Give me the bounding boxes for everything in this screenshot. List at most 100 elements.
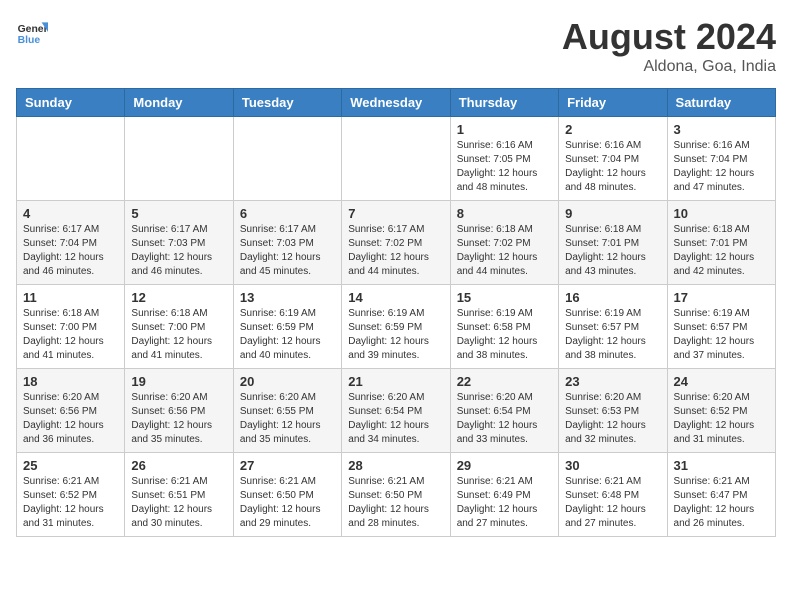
day-info: Sunrise: 6:17 AM Sunset: 7:03 PM Dayligh…: [240, 223, 335, 279]
day-number: 19: [131, 374, 226, 389]
day-number: 11: [23, 290, 118, 305]
svg-text:Blue: Blue: [18, 35, 41, 46]
day-number: 6: [240, 206, 335, 221]
calendar-week-row: 25 Sunrise: 6:21 AM Sunset: 6:52 PM Dayli…: [17, 453, 776, 537]
page-header: General Blue August 2024 Aldona, Goa, In…: [16, 16, 776, 76]
day-info: Sunrise: 6:19 AM Sunset: 6:57 PM Dayligh…: [565, 307, 660, 363]
day-info: Sunrise: 6:19 AM Sunset: 6:58 PM Dayligh…: [457, 307, 552, 363]
calendar-cell: 5Sunrise: 6:17 AM Sunset: 7:03 PM Daylig…: [125, 201, 233, 285]
calendar-cell: 16 Sunrise: 6:19 AM Sunset: 6:57 PM Dayli…: [559, 285, 667, 369]
calendar-cell: [342, 117, 450, 201]
day-info: Sunrise: 6:20 AM Sunset: 6:54 PM Dayligh…: [457, 391, 552, 447]
day-number: 10: [674, 206, 769, 221]
day-info: Sunrise: 6:21 AM Sunset: 6:50 PM Dayligh…: [240, 475, 335, 531]
calendar-cell: 1Sunrise: 6:16 AM Sunset: 7:05 PM Daylig…: [450, 117, 558, 201]
day-number: 4: [23, 206, 118, 221]
logo-icon: General Blue: [16, 16, 48, 48]
day-info: Sunrise: 6:20 AM Sunset: 6:53 PM Dayligh…: [565, 391, 660, 447]
calendar-cell: 20 Sunrise: 6:20 AM Sunset: 6:55 PM Dayli…: [233, 369, 341, 453]
day-info: Sunrise: 6:20 AM Sunset: 6:55 PM Dayligh…: [240, 391, 335, 447]
day-info: Sunrise: 6:21 AM Sunset: 6:50 PM Dayligh…: [348, 475, 443, 531]
weekday-header-monday: Monday: [125, 89, 233, 117]
day-number: 28: [348, 458, 443, 473]
calendar-cell: 6 Sunrise: 6:17 AM Sunset: 7:03 PM Daylig…: [233, 201, 341, 285]
calendar-cell: 7Sunrise: 6:17 AM Sunset: 7:02 PM Daylig…: [342, 201, 450, 285]
calendar-cell: 28 Sunrise: 6:21 AM Sunset: 6:50 PM Dayli…: [342, 453, 450, 537]
calendar-cell: 24Sunrise: 6:20 AM Sunset: 6:52 PM Dayli…: [667, 369, 775, 453]
weekday-header-thursday: Thursday: [450, 89, 558, 117]
day-info: Sunrise: 6:19 AM Sunset: 6:57 PM Dayligh…: [674, 307, 769, 363]
day-number: 3: [674, 122, 769, 137]
title-block: August 2024 Aldona, Goa, India: [562, 16, 776, 76]
calendar-cell: 9Sunrise: 6:18 AM Sunset: 7:01 PM Daylig…: [559, 201, 667, 285]
calendar-cell: 11 Sunrise: 6:18 AM Sunset: 7:00 PM Dayli…: [17, 285, 125, 369]
calendar-cell: 30 Sunrise: 6:21 AM Sunset: 6:48 PM Dayli…: [559, 453, 667, 537]
calendar-cell: 29 Sunrise: 6:21 AM Sunset: 6:49 PM Dayli…: [450, 453, 558, 537]
calendar-cell: 23 Sunrise: 6:20 AM Sunset: 6:53 PM Dayli…: [559, 369, 667, 453]
day-info: Sunrise: 6:18 AM Sunset: 7:00 PM Dayligh…: [131, 307, 226, 363]
calendar-cell: 27 Sunrise: 6:21 AM Sunset: 6:50 PM Dayli…: [233, 453, 341, 537]
calendar-cell: 31Sunrise: 6:21 AM Sunset: 6:47 PM Dayli…: [667, 453, 775, 537]
day-info: Sunrise: 6:21 AM Sunset: 6:49 PM Dayligh…: [457, 475, 552, 531]
month-year-title: August 2024: [562, 16, 776, 58]
day-number: 21: [348, 374, 443, 389]
calendar-cell: 21 Sunrise: 6:20 AM Sunset: 6:54 PM Dayli…: [342, 369, 450, 453]
calendar-cell: 4 Sunrise: 6:17 AM Sunset: 7:04 PM Daylig…: [17, 201, 125, 285]
calendar-cell: 2 Sunrise: 6:16 AM Sunset: 7:04 PM Daylig…: [559, 117, 667, 201]
day-number: 20: [240, 374, 335, 389]
calendar-cell: 19 Sunrise: 6:20 AM Sunset: 6:56 PM Dayli…: [125, 369, 233, 453]
calendar-cell: 18Sunrise: 6:20 AM Sunset: 6:56 PM Dayli…: [17, 369, 125, 453]
day-number: 27: [240, 458, 335, 473]
calendar-week-row: 18 Sunrise: 6:20 AM Sunset: 6:56 PM Dayli…: [17, 369, 776, 453]
day-number: 9: [565, 206, 660, 221]
day-info: Sunrise: 6:16 AM Sunset: 7:04 PM Dayligh…: [565, 139, 660, 195]
day-number: 29: [457, 458, 552, 473]
day-number: 17: [674, 290, 769, 305]
calendar-cell: [233, 117, 341, 201]
calendar-cell: 13 Sunrise: 6:19 AM Sunset: 6:59 PM Dayli…: [233, 285, 341, 369]
day-number: 8: [457, 206, 552, 221]
day-info: Sunrise: 6:18 AM Sunset: 7:01 PM Dayligh…: [674, 223, 769, 279]
weekday-header-saturday: Saturday: [667, 89, 775, 117]
day-number: 16: [565, 290, 660, 305]
day-info: Sunrise: 6:18 AM Sunset: 7:02 PM Dayligh…: [457, 223, 552, 279]
day-number: 1: [457, 122, 552, 137]
day-number: 15: [457, 290, 552, 305]
day-info: Sunrise: 6:20 AM Sunset: 6:54 PM Dayligh…: [348, 391, 443, 447]
day-number: 26: [131, 458, 226, 473]
day-info: Sunrise: 6:17 AM Sunset: 7:02 PM Dayligh…: [348, 223, 443, 279]
day-info: Sunrise: 6:21 AM Sunset: 6:52 PM Dayligh…: [23, 475, 118, 531]
calendar-cell: 10 Sunrise: 6:18 AM Sunset: 7:01 PM Dayli…: [667, 201, 775, 285]
weekday-header-friday: Friday: [559, 89, 667, 117]
calendar-cell: 12 Sunrise: 6:18 AM Sunset: 7:00 PM Dayli…: [125, 285, 233, 369]
calendar-week-row: 11 Sunrise: 6:18 AM Sunset: 7:00 PM Dayli…: [17, 285, 776, 369]
day-number: 23: [565, 374, 660, 389]
day-number: 22: [457, 374, 552, 389]
day-number: 13: [240, 290, 335, 305]
weekday-header-sunday: Sunday: [17, 89, 125, 117]
calendar-cell: [17, 117, 125, 201]
weekday-header-tuesday: Tuesday: [233, 89, 341, 117]
logo: General Blue: [16, 16, 48, 48]
day-number: 5: [131, 206, 226, 221]
day-info: Sunrise: 6:21 AM Sunset: 6:51 PM Dayligh…: [131, 475, 226, 531]
svg-text:General: General: [18, 24, 48, 35]
calendar-cell: 3Sunrise: 6:16 AM Sunset: 7:04 PM Daylig…: [667, 117, 775, 201]
day-number: 24: [674, 374, 769, 389]
day-info: Sunrise: 6:21 AM Sunset: 6:48 PM Dayligh…: [565, 475, 660, 531]
day-number: 12: [131, 290, 226, 305]
calendar-cell: 22 Sunrise: 6:20 AM Sunset: 6:54 PM Dayli…: [450, 369, 558, 453]
day-number: 25: [23, 458, 118, 473]
day-number: 18: [23, 374, 118, 389]
day-info: Sunrise: 6:20 AM Sunset: 6:56 PM Dayligh…: [131, 391, 226, 447]
calendar-table: SundayMondayTuesdayWednesdayThursdayFrid…: [16, 88, 776, 537]
day-info: Sunrise: 6:21 AM Sunset: 6:47 PM Dayligh…: [674, 475, 769, 531]
day-info: Sunrise: 6:17 AM Sunset: 7:04 PM Dayligh…: [23, 223, 118, 279]
day-info: Sunrise: 6:19 AM Sunset: 6:59 PM Dayligh…: [348, 307, 443, 363]
day-info: Sunrise: 6:19 AM Sunset: 6:59 PM Dayligh…: [240, 307, 335, 363]
location-subtitle: Aldona, Goa, India: [562, 58, 776, 76]
day-number: 30: [565, 458, 660, 473]
day-number: 14: [348, 290, 443, 305]
day-info: Sunrise: 6:18 AM Sunset: 7:00 PM Dayligh…: [23, 307, 118, 363]
day-number: 2: [565, 122, 660, 137]
